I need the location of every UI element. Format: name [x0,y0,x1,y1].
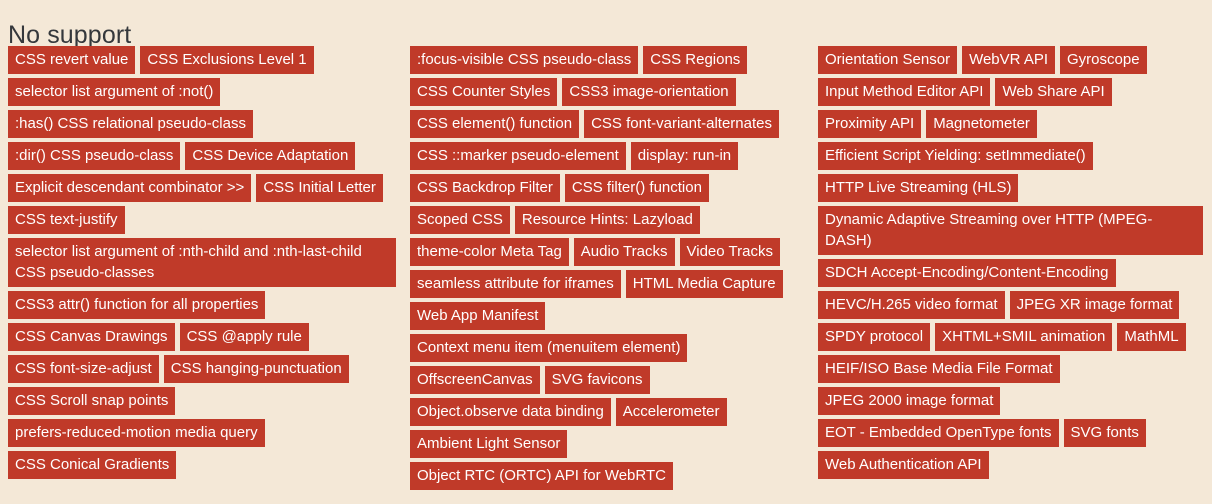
feature-tag[interactable]: SPDY protocol [818,323,931,351]
feature-tag[interactable]: Object RTC (ORTC) API for WebRTC [410,462,673,490]
feature-tag[interactable]: EOT - Embedded OpenType fonts [818,419,1059,447]
column-right: Orientation Sensor WebVR API Gyroscope Inpu… [810,46,1212,483]
column-left: CSS revert value CSS Exclusions Level 1 se… [0,46,405,483]
feature-tag[interactable]: CSS @apply rule [179,323,309,351]
feature-tag[interactable]: HEIF/ISO Base Media File Format [818,355,1060,383]
feature-tag[interactable]: Explicit descendant combinator >> [8,174,252,202]
feature-tag[interactable]: Video Tracks [679,238,780,266]
feature-tag[interactable]: Context menu item (menuitem element) [410,334,688,362]
feature-tag[interactable]: CSS font-variant-alternates [584,110,779,138]
feature-tag[interactable]: JPEG 2000 image format [818,387,1001,415]
feature-tag[interactable]: OffscreenCanvas [410,366,540,394]
feature-tag[interactable]: CSS Exclusions Level 1 [140,46,314,74]
feature-tag[interactable]: HEVC/H.265 video format [818,291,1005,319]
feature-tag[interactable]: prefers-reduced-motion media query [8,419,265,447]
feature-tag[interactable]: :focus-visible CSS pseudo-class [410,46,639,74]
feature-tag[interactable]: Accelerometer [615,398,727,426]
feature-tag[interactable]: MathML [1117,323,1186,351]
feature-tag[interactable]: CSS Backdrop Filter [410,174,560,202]
feature-tag[interactable]: SDCH Accept-Encoding/Content-Encoding [818,259,1116,287]
feature-tag[interactable]: :has() CSS relational pseudo-class [8,110,253,138]
feature-tag[interactable]: Web Share API [995,78,1112,106]
feature-tag[interactable]: XHTML+SMIL animation [935,323,1113,351]
feature-tag[interactable]: CSS Conical Gradients [8,451,177,479]
feature-tag[interactable]: Gyroscope [1060,46,1147,74]
feature-tag[interactable]: Efficient Script Yielding: setImmediate(… [818,142,1093,170]
feature-tag[interactable]: CSS filter() function [564,174,709,202]
feature-tag[interactable]: Object.observe data binding [410,398,611,426]
feature-tag[interactable]: Dynamic Adaptive Streaming over HTTP (MP… [818,206,1203,255]
feature-tag[interactable]: selector list argument of :nth-child and… [8,238,396,287]
feature-tag[interactable]: Web App Manifest [410,302,546,330]
feature-tag[interactable]: CSS3 image-orientation [562,78,736,106]
feature-tag[interactable]: CSS revert value [8,46,136,74]
feature-tag[interactable]: Scoped CSS [410,206,510,234]
feature-tag[interactable]: CSS text-justify [8,206,125,234]
feature-tag[interactable]: HTTP Live Streaming (HLS) [818,174,1019,202]
feature-tag[interactable]: Ambient Light Sensor [410,430,568,458]
feature-tag[interactable]: Proximity API [818,110,922,138]
feature-tag[interactable]: Orientation Sensor [818,46,958,74]
column-middle: :focus-visible CSS pseudo-class CSS Regio… [405,46,810,494]
feature-tag[interactable]: CSS Canvas Drawings [8,323,175,351]
feature-tag[interactable]: CSS Scroll snap points [8,387,176,415]
feature-tag-columns: CSS revert value CSS Exclusions Level 1 se… [0,46,1212,494]
feature-tag[interactable]: Input Method Editor API [818,78,991,106]
feature-tag[interactable]: CSS Initial Letter [256,174,383,202]
feature-tag[interactable]: CSS ::marker pseudo-element [410,142,626,170]
feature-tag[interactable]: selector list argument of :not() [8,78,221,106]
feature-tag[interactable]: CSS Regions [643,46,748,74]
feature-tag[interactable]: CSS font-size-adjust [8,355,159,383]
feature-tag[interactable]: HTML Media Capture [625,270,783,298]
feature-tag[interactable]: seamless attribute for iframes [410,270,621,298]
feature-tag[interactable]: Resource Hints: Lazyload [514,206,700,234]
feature-tag[interactable]: CSS Counter Styles [410,78,558,106]
feature-tag[interactable]: SVG fonts [1063,419,1146,447]
feature-tag[interactable]: CSS Device Adaptation [185,142,356,170]
feature-tag[interactable]: JPEG XR image format [1009,291,1180,319]
feature-tag[interactable]: display: run-in [630,142,739,170]
feature-tag[interactable]: :dir() CSS pseudo-class [8,142,181,170]
feature-tag[interactable]: theme-color Meta Tag [410,238,569,266]
feature-tag[interactable]: WebVR API [962,46,1056,74]
feature-tag[interactable]: SVG favicons [544,366,650,394]
feature-tag[interactable]: CSS hanging-punctuation [163,355,349,383]
feature-tag[interactable]: CSS3 attr() function for all properties [8,291,266,319]
feature-tag[interactable]: Audio Tracks [573,238,675,266]
feature-tag[interactable]: Magnetometer [926,110,1037,138]
feature-tag[interactable]: CSS element() function [410,110,580,138]
feature-tag[interactable]: Web Authentication API [818,451,989,479]
